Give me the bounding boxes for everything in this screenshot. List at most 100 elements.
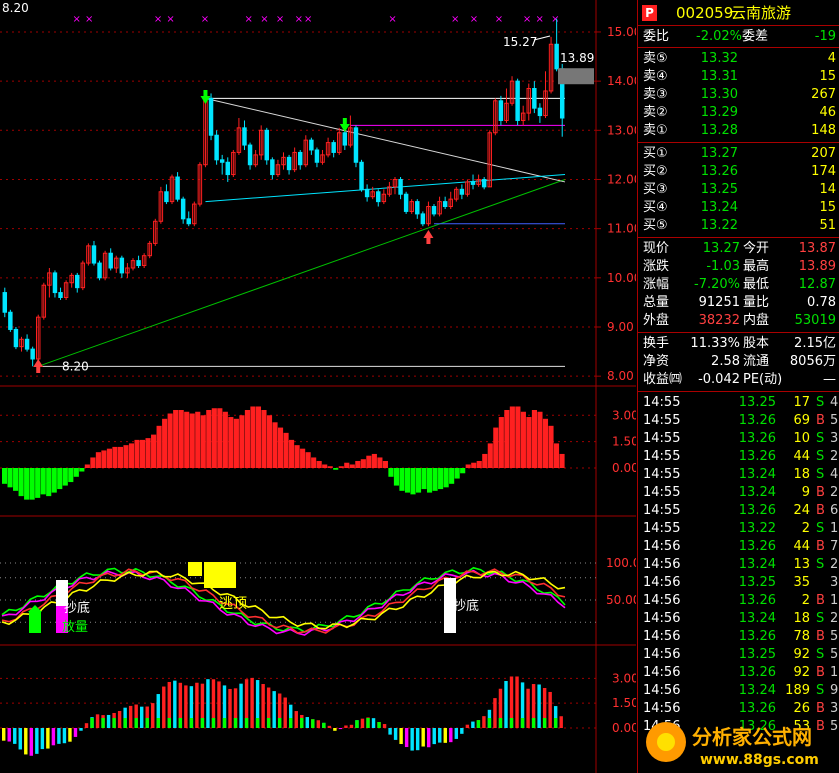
tick-count: 2 [830,449,839,464]
candle-body [309,139,314,151]
top-left-label: 8.20 [2,1,29,15]
macd-bar [294,445,300,468]
tick-volume: 10 [793,431,810,446]
stat-label-2: 最高 [743,259,770,274]
tick-price: 13.26 [738,593,776,608]
osc-bar [548,691,552,728]
osc-bar [217,681,221,728]
candle-body [470,181,476,185]
weibi-row: 委比 -2.02% 委差 -19 [638,26,839,48]
candle-body [537,107,543,117]
tick-time: 14:56 [643,665,681,680]
tick-time: 14:55 [643,467,681,482]
macd-bar [415,468,422,493]
tick-price: 13.24 [738,485,776,500]
ask-row: 卖② 13.29 46 [638,104,839,122]
macd-bar [427,468,433,493]
stat-value-2: 13.89 [798,259,836,274]
price-tick-label: 13.00 [607,123,636,137]
osc-bar [338,728,343,730]
macd-bar [487,443,493,468]
buy-arrow-icon [33,359,44,373]
osc-inner-bar [531,718,536,728]
candlestick-chart[interactable]: 15.00 14.00 13.00 12.00 11.00 10.00 9.00 8.00 8.… [0,0,636,773]
macd-bar [559,453,565,468]
macd-bar [371,453,377,468]
candle-body [208,97,214,136]
macd-bar [206,410,212,468]
signal-marker-icon: × [73,14,81,25]
osc-bar [504,681,508,728]
osc-bar [333,728,337,731]
tick-side: S [816,683,825,698]
last-price-box [558,68,594,85]
osc-bar [117,710,122,728]
macd-bar [24,468,30,500]
osc-bar [283,697,287,728]
tick-time: 14:56 [643,593,681,608]
tick-count: 3 [830,575,839,590]
book-price: 13.30 [700,87,738,102]
signal-marker-icon: × [201,14,209,25]
stat-label: 净资 [643,354,670,369]
macd-bar [465,464,471,468]
osc-bar [128,705,133,728]
macd-tick-label: 3.00 [612,408,636,422]
signal-marker-icon: × [535,14,543,25]
tick-volume: 24 [793,503,810,518]
macd-bar [217,408,223,468]
osc-bar [84,723,89,728]
macd-bar [443,468,449,488]
tick-volume: 2 [801,521,810,536]
tick-price: 13.25 [738,395,776,410]
osc-bar [35,728,39,754]
macd-bar [35,468,41,498]
macd-bar [382,460,388,468]
osc-inner-bar [509,718,514,728]
macd-bar [40,468,46,495]
stat-row: 净资 2.58 流通 8056万 [638,353,839,371]
macd-bar [283,432,289,468]
book-price: 13.26 [700,164,738,179]
p-badge[interactable]: P [642,5,657,21]
osc-inner-bar [211,718,216,728]
macd-bar [537,411,543,468]
osc-inner-bar [487,718,492,728]
macd-bar [73,468,79,477]
stat-value: 91251 [698,295,740,310]
tick-side: S [816,395,825,410]
tick-side: S [816,521,825,536]
osc-bar [95,714,100,728]
macd-bar [139,439,146,468]
macd-bar [349,464,355,468]
book-label: 卖③ [643,87,668,102]
macd-bar [128,443,135,468]
tick-time: 14:55 [643,449,681,464]
macd-bar [482,453,488,468]
osc-inner-bar [112,718,116,728]
tick-list[interactable]: 14:55 13.25 17 S 4 14:55 13.26 69 B 5 14:55 13.26 10… [638,392,839,736]
osc-inner-bar [222,718,227,728]
macd-bar [228,417,234,468]
stat-value-2: 2.15亿 [794,336,836,351]
macd-bar [117,446,124,468]
tick-time: 14:56 [643,629,681,644]
tick-time: 14:56 [643,683,681,698]
macd-bar [322,464,328,468]
osc-bar [454,728,459,739]
macd-bar [542,418,549,468]
book-label: 买③ [643,182,668,197]
tick-time: 14:56 [643,539,681,554]
tick-price: 13.22 [738,521,776,536]
macd-bar [195,411,201,468]
osc-bar [46,728,50,749]
macd-bar [244,410,250,468]
osc-bar [515,676,519,728]
osc-bar [449,728,453,743]
osc-bar [51,728,56,746]
macd-bar [145,438,151,468]
stat-row: 换手 11.33% 股本 2.15亿 [638,335,839,353]
macd-bar [112,446,118,468]
book-volume: 14 [819,182,836,197]
osc-bar [316,720,321,728]
